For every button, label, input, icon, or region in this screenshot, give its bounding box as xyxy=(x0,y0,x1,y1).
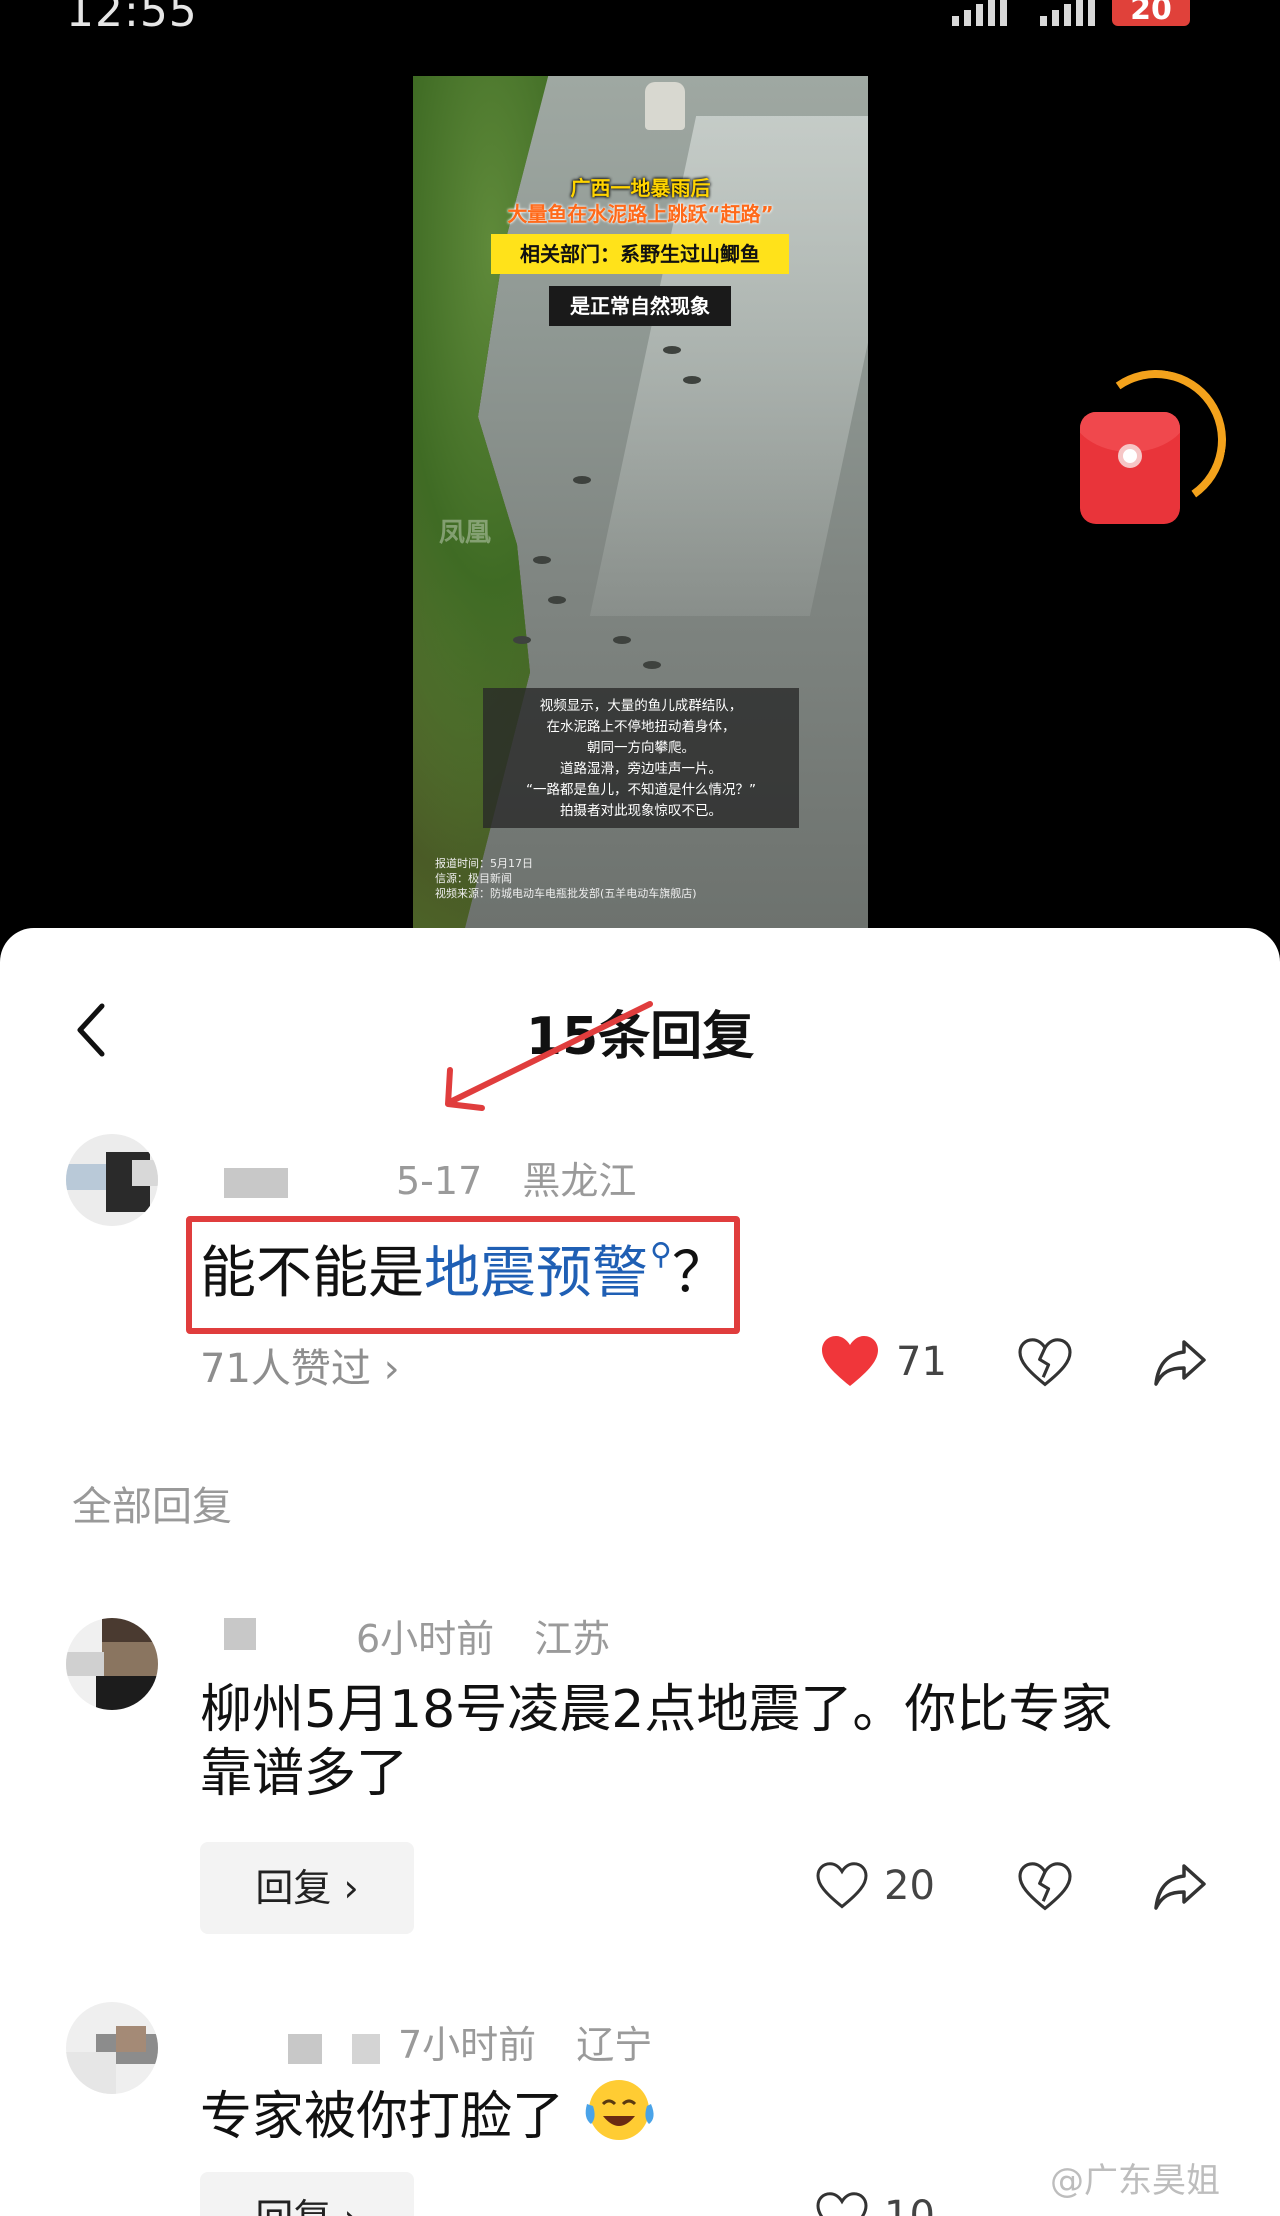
video-caption-box: 视频显示，大量的鱼儿成群结队， 在水泥路上不停地扭动着身体， 朝同一方向攀爬。 … xyxy=(483,688,799,828)
video-fish xyxy=(643,661,661,669)
reply-meta: 7小时前 辽宁 xyxy=(398,2014,680,2069)
red-packet-icon[interactable] xyxy=(1080,412,1180,524)
like-button[interactable]: 10 xyxy=(816,2192,935,2216)
video-caption-line: 道路湿滑，旁边哇声一片。 xyxy=(560,761,722,777)
video-caption-line: “一路都是鱼儿，不知道是什么情况？” xyxy=(526,782,756,798)
comment-meta: 5-17 黑龙江 xyxy=(396,1150,664,1205)
reply-text: 专家被你打脸了 xyxy=(200,2074,659,2149)
video-player[interactable]: 广西一地暴雨后 大量鱼在水泥路上跳跃“赶路” 相关部门：系野生过山鲫鱼 是正常自… xyxy=(413,76,868,928)
heart-outline-icon xyxy=(816,1862,868,1909)
like-button[interactable]: 20 xyxy=(816,1862,935,1910)
username-redacted xyxy=(352,2034,380,2064)
video-source-line: 报道时间：5月17日 xyxy=(435,857,533,870)
avatar[interactable] xyxy=(66,1134,158,1226)
video-tag-dark: 是正常自然现象 xyxy=(549,286,731,326)
reply-button[interactable]: 回复 › xyxy=(200,1842,414,1934)
status-bar: 12:55 20 xyxy=(0,0,1280,40)
share-button[interactable] xyxy=(1152,1862,1208,1912)
reply-text-line: 专家被你打脸了 xyxy=(200,2087,565,2147)
reply-button[interactable]: 回复 › xyxy=(200,2172,414,2216)
video-headline: 大量鱼在水泥路上跳跃“赶路” xyxy=(507,202,774,226)
video-watermark: 凤凰 xyxy=(439,518,492,548)
reply-meta: 6小时前 江苏 xyxy=(356,1608,638,1663)
video-fish xyxy=(513,636,531,644)
video-fish xyxy=(548,596,566,604)
battery-icon: 20 xyxy=(1112,0,1190,26)
share-arrow-icon xyxy=(1154,1864,1206,1910)
video-caption-line: 拍摄者对此现象惊叹不已。 xyxy=(560,803,722,819)
signal-icon xyxy=(952,0,1007,26)
search-icon: ⚲ xyxy=(650,1237,672,1272)
replies-sheet: 15条回复 5-17 黑龙江 能不能是地震预警⚲？ 71人赞过 › 71 全部回… xyxy=(0,928,1280,2216)
main-comment-text: 能不能是地震预警⚲？ xyxy=(200,1228,728,1309)
broken-heart-icon xyxy=(1018,1338,1072,1387)
video-fish xyxy=(533,556,551,564)
sheet-title: 15条回复 xyxy=(525,1007,755,1067)
comment-text-suffix: ？ xyxy=(671,1241,728,1306)
share-button[interactable] xyxy=(1152,1338,1208,1388)
broken-heart-icon xyxy=(1018,1862,1072,1911)
reply-time: 6小时前 xyxy=(356,1617,495,1661)
like-button[interactable]: 71 xyxy=(820,1334,947,1390)
like-count: 10 xyxy=(884,2193,935,2216)
reply-location: 辽宁 xyxy=(576,2023,653,2067)
video-tag-yellow: 相关部门：系野生过山鲫鱼 xyxy=(491,234,789,274)
video-fish xyxy=(613,636,631,644)
likes-summary-link[interactable]: 71人赞过 › xyxy=(200,1336,400,1394)
video-fish xyxy=(663,346,681,354)
username-redacted xyxy=(224,1618,256,1650)
reply-text-line: 柳州5月18号凌晨2点地震了。你比专家 xyxy=(200,1680,1113,1740)
video-fish xyxy=(573,476,591,484)
avatar[interactable] xyxy=(66,2002,158,2094)
reply-text-line: 靠谱多了 xyxy=(200,1744,409,1804)
share-arrow-icon xyxy=(1154,1340,1206,1386)
all-replies-label: 全部回复 xyxy=(72,1484,232,1530)
username-redacted xyxy=(288,2034,322,2064)
video-source-line: 信源：极目新闻 xyxy=(435,872,512,885)
video-rider xyxy=(645,82,685,130)
comment-text-prefix: 能不能是 xyxy=(200,1241,424,1306)
heart-filled-icon xyxy=(822,1336,878,1386)
reply-location: 江苏 xyxy=(534,1617,611,1661)
reply-time: 7小时前 xyxy=(398,2023,537,2067)
like-count: 71 xyxy=(896,1339,947,1385)
video-caption-line: 视频显示，大量的鱼儿成群结队， xyxy=(539,698,743,714)
like-count: 20 xyxy=(884,1863,935,1909)
heart-outline-icon xyxy=(816,2192,868,2216)
crying-laughing-emoji-icon xyxy=(581,2074,659,2144)
reply-text: 柳州5月18号凌晨2点地震了。你比专家 靠谱多了 xyxy=(200,1678,1112,1806)
comment-date: 5-17 xyxy=(396,1159,483,1203)
avatar[interactable] xyxy=(66,1618,158,1710)
video-caption-line: 在水泥路上不停地扭动着身体， xyxy=(546,719,736,735)
video-caption-line: 朝同一方向攀爬。 xyxy=(587,740,695,756)
weibo-watermark: @广东昊姐 xyxy=(1050,2161,1220,2201)
video-source-line: 视频来源：防城电动车电瓶批发部(五羊电动车旗舰店) xyxy=(435,887,697,900)
signal-icon xyxy=(1040,0,1095,26)
comment-location: 黑龙江 xyxy=(522,1159,637,1203)
search-link[interactable]: 地震预警 xyxy=(424,1241,648,1306)
video-headline: 广西一地暴雨后 xyxy=(570,176,711,200)
video-source: 报道时间：5月17日 信源：极目新闻 视频来源：防城电动车电瓶批发部(五羊电动车… xyxy=(435,856,697,901)
username-redacted xyxy=(224,1168,288,1198)
video-fish xyxy=(683,376,701,384)
dislike-button[interactable] xyxy=(1018,1338,1072,1388)
status-time: 12:55 xyxy=(66,0,198,37)
dislike-button[interactable] xyxy=(1018,1862,1072,1912)
